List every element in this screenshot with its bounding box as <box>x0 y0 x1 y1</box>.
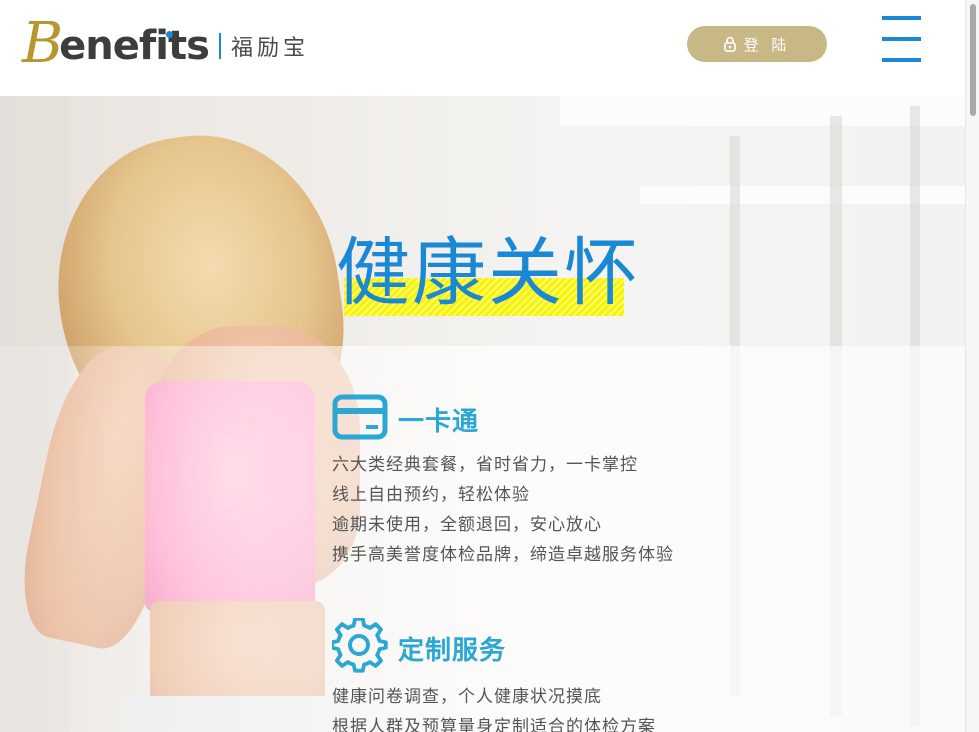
hamburger-menu-icon[interactable] <box>882 16 922 62</box>
card-icon <box>332 394 388 444</box>
feature-card-service: 一卡通 六大类经典套餐，省时省力，一卡掌控 线上自由预约，轻松体验 逾期未使用，… <box>332 394 674 570</box>
hero-title: 健康关怀 <box>336 230 640 316</box>
menu-bar <box>882 37 921 41</box>
hero-title-wrap: 健康关怀 <box>336 230 640 316</box>
site-header: B enefits 福励宝 登 陆 <box>0 0 965 96</box>
menu-bar <box>882 58 921 62</box>
lock-icon <box>723 36 736 52</box>
feature-line: 逾期未使用，全额退回，安心放心 <box>332 515 602 535</box>
feature-header: 定制服务 <box>330 616 656 678</box>
logo-separator <box>218 33 221 59</box>
feature-lines: 健康问卷调查，个人健康状况摸底 根据人群及预算量身定制适合的体检方案 <box>332 682 656 732</box>
login-button[interactable]: 登 陆 <box>687 26 827 62</box>
feature-title: 定制服务 <box>398 635 507 666</box>
feature-line: 携手高美誉度体检品牌，缔造卓越服务体验 <box>332 545 674 565</box>
scrollbar-thumb[interactable] <box>970 4 976 116</box>
feature-line: 根据人群及预算量身定制适合的体检方案 <box>332 717 656 732</box>
login-label: 登 陆 <box>743 35 791 54</box>
feature-lines: 六大类经典套餐，省时省力，一卡掌控 线上自由预约，轻松体验 逾期未使用，全额退回… <box>332 450 674 570</box>
feature-title: 一卡通 <box>398 406 480 437</box>
gear-icon <box>330 616 388 678</box>
page-scrollbar[interactable] <box>965 0 979 732</box>
background-rail <box>560 96 965 126</box>
feature-custom-service: 定制服务 健康问卷调查，个人健康状况摸底 根据人群及预算量身定制适合的体检方案 <box>330 616 656 732</box>
menu-bar <box>882 16 921 20</box>
logo-letter: B <box>22 11 64 76</box>
feature-line: 健康问卷调查，个人健康状况摸底 <box>332 687 602 707</box>
feature-header: 一卡通 <box>332 394 674 444</box>
logo-chinese-name: 福励宝 <box>230 36 309 61</box>
benefits-logo[interactable]: B enefits 福励宝 <box>22 16 309 76</box>
logo-word: enefits <box>59 23 210 69</box>
feature-line: 六大类经典套餐，省时省力，一卡掌控 <box>332 455 638 475</box>
feature-line: 线上自由预约，轻松体验 <box>332 485 530 505</box>
hero-section: 健康关怀 一卡通 六大类经典套餐，省时省力，一卡掌控 线上自由预约，轻松体验 逾… <box>0 96 965 732</box>
